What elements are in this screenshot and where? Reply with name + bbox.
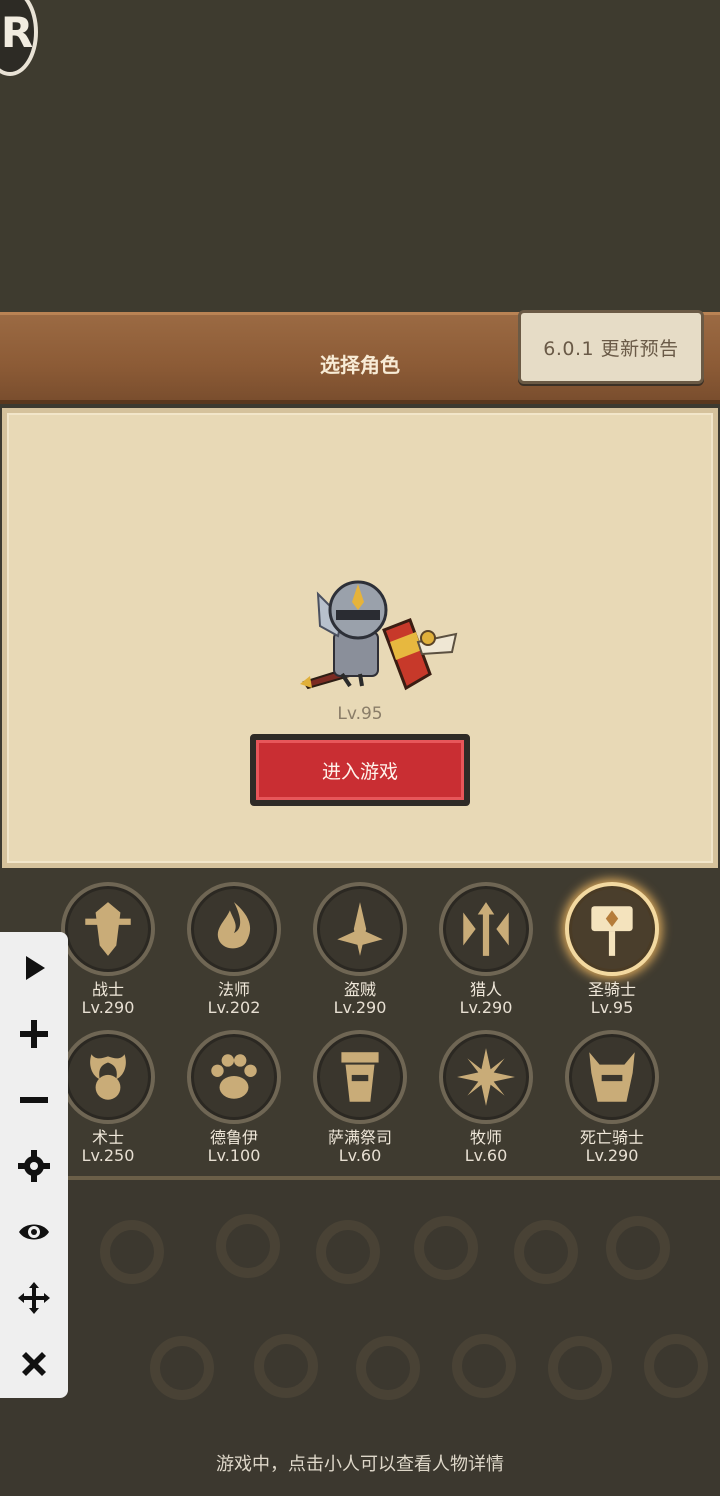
play-button[interactable]: [0, 938, 68, 998]
star-icon: [439, 1030, 533, 1124]
class-mage[interactable]: 法师 Lv.202: [171, 872, 297, 1017]
sword-shield-icon: [61, 882, 155, 976]
class-level: Lv.100: [207, 1146, 261, 1165]
class-priest[interactable]: 牧师 Lv.60: [423, 1020, 549, 1165]
play-icon: [26, 956, 45, 980]
decor-emblem: [100, 1220, 164, 1284]
class-name: 死亡骑士: [579, 1128, 644, 1147]
class-name: 法师: [217, 980, 250, 999]
enter-game-button[interactable]: 进入游戏: [250, 734, 470, 806]
class-level: Lv.290: [585, 1146, 639, 1165]
class-level: Lv.290: [333, 998, 387, 1017]
class-shaman[interactable]: 萨满祭司 Lv.60: [297, 1020, 423, 1165]
totem-icon: [313, 1030, 407, 1124]
decor-emblem: [254, 1334, 318, 1398]
floating-toolbar: [0, 932, 68, 1398]
visibility-button[interactable]: [0, 1202, 68, 1262]
class-hunter[interactable]: 猎人 Lv.290: [423, 872, 549, 1017]
decor-emblem: [606, 1216, 670, 1280]
flame-icon: [187, 882, 281, 976]
daggers-icon: [313, 882, 407, 976]
decor-emblem: [644, 1334, 708, 1398]
class-name: 盗贼: [343, 980, 376, 999]
class-name: 德鲁伊: [209, 1128, 258, 1147]
eye-icon: [19, 1224, 49, 1240]
decor-emblem: [548, 1336, 612, 1400]
decor-emblem: [316, 1220, 380, 1284]
close-button[interactable]: [0, 1334, 68, 1394]
class-name: 猎人: [469, 980, 502, 999]
class-level: Lv.60: [464, 1146, 508, 1165]
paw-icon: [187, 1030, 281, 1124]
class-level: Lv.60: [338, 1146, 382, 1165]
class-rogue[interactable]: 盗贼 Lv.290: [297, 872, 423, 1017]
helm-icon: [565, 1030, 659, 1124]
zoom-out-button[interactable]: [0, 1070, 68, 1130]
class-name: 牧师: [469, 1128, 502, 1147]
decor-emblem: [356, 1336, 420, 1400]
arrows-icon: [439, 882, 533, 976]
hammer-icon: [565, 882, 659, 976]
class-death-knight[interactable]: 死亡骑士 Lv.290: [549, 1020, 675, 1165]
class-name: 萨满祭司: [327, 1128, 392, 1147]
move-icon: [18, 1282, 50, 1314]
gear-icon: [18, 1150, 50, 1182]
decor-emblem: [150, 1336, 214, 1400]
logo-letter: R: [0, 7, 34, 57]
close-icon: [22, 1352, 46, 1376]
character-level: Lv.95: [337, 704, 383, 724]
update-notice-button[interactable]: 6.0.1 更新预告: [518, 310, 704, 384]
decorative-background: [0, 1180, 720, 1496]
minus-icon: [20, 1097, 48, 1103]
decor-emblem: [216, 1214, 280, 1278]
class-paladin[interactable]: 圣骑士 Lv.95: [549, 872, 675, 1017]
plus-icon: [20, 1020, 48, 1048]
class-druid[interactable]: 德鲁伊 Lv.100: [171, 1020, 297, 1165]
decor-emblem: [414, 1216, 478, 1280]
class-name: 圣骑士: [587, 980, 636, 999]
settings-button[interactable]: [0, 1136, 68, 1196]
skull-icon: [61, 1030, 155, 1124]
paladin-character[interactable]: [298, 576, 462, 696]
top-background: [0, 0, 720, 312]
class-level: Lv.290: [459, 998, 513, 1017]
decor-emblem: [514, 1220, 578, 1284]
class-level: Lv.95: [590, 998, 634, 1017]
class-level: Lv.202: [207, 998, 261, 1017]
zoom-in-button[interactable]: [0, 1004, 68, 1064]
move-button[interactable]: [0, 1268, 68, 1328]
footer-tip: 游戏中，点击小人可以查看人物详情: [216, 1454, 504, 1475]
decor-emblem: [452, 1334, 516, 1398]
